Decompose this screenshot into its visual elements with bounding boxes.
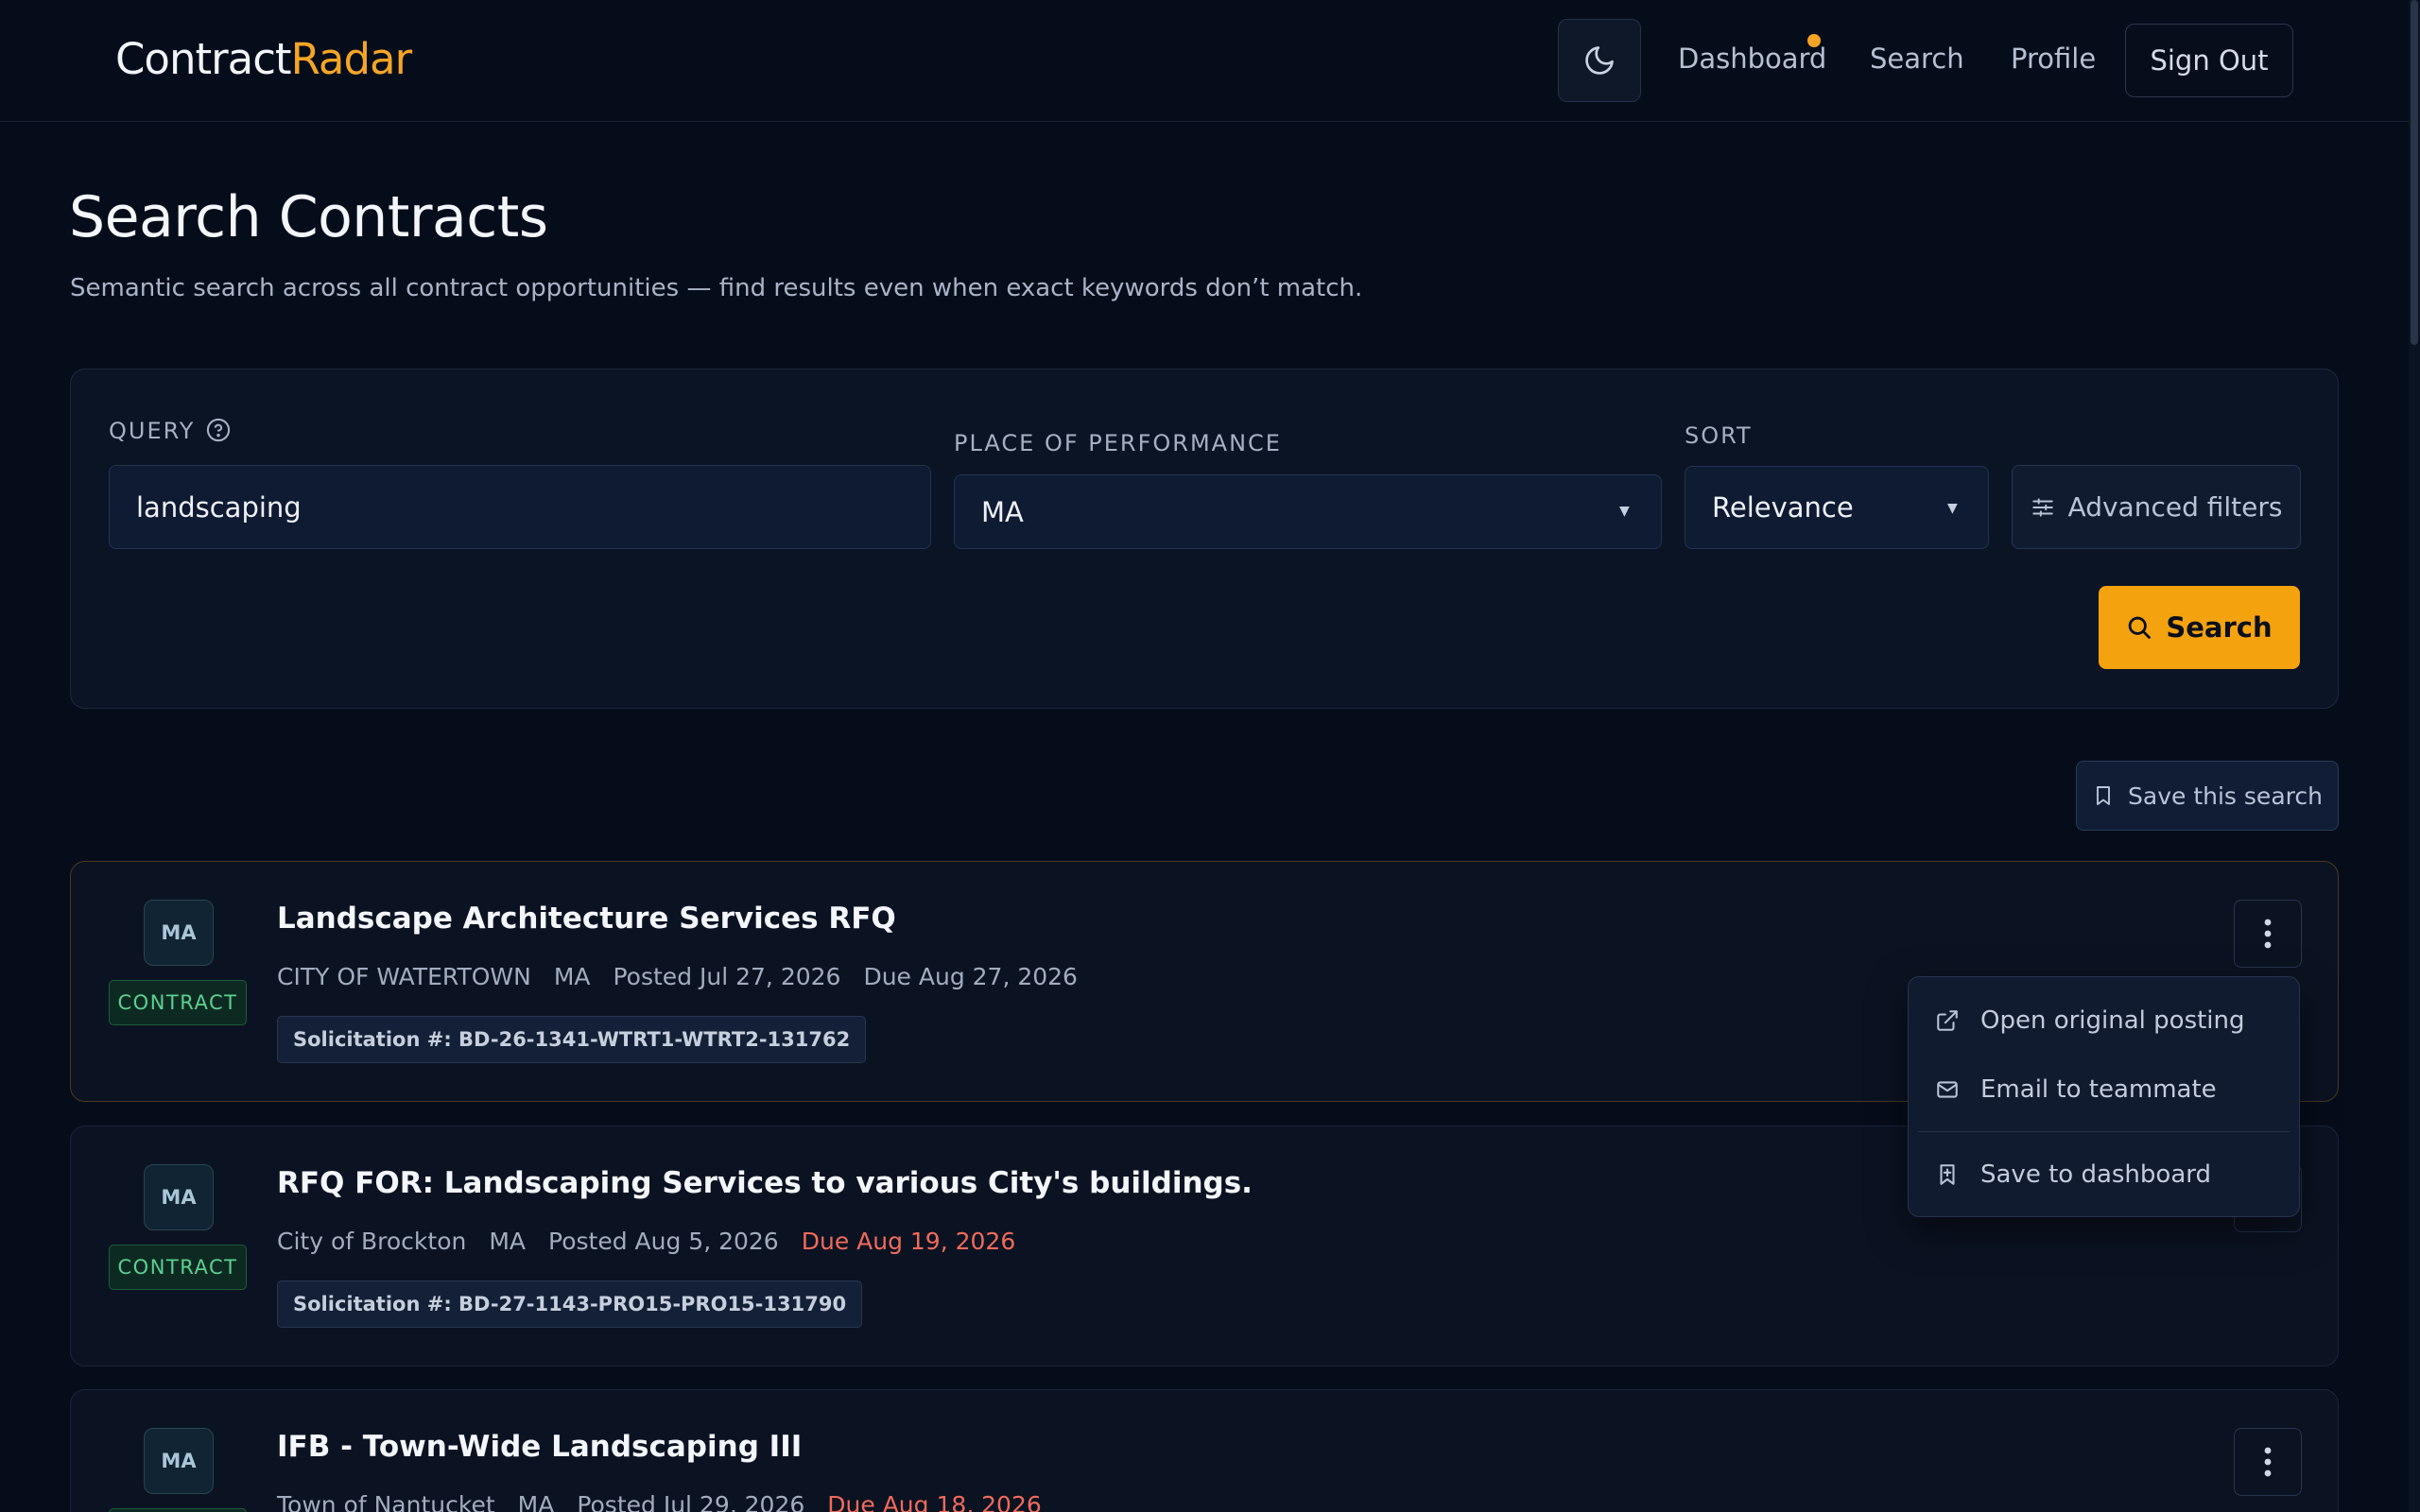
- agency: Town of Nantucket: [277, 1491, 495, 1512]
- caret-down-icon: ▼: [1947, 501, 1958, 516]
- location: MA: [517, 1491, 555, 1512]
- menu-item-label: Open original posting: [1980, 1006, 2245, 1035]
- type-badge: CONTRACT: [109, 980, 247, 1025]
- page-scrollbar[interactable]: [2409, 0, 2420, 1512]
- page-title: Search Contracts: [69, 184, 548, 250]
- result-meta: City of Brockton MA Posted Aug 5, 2026 D…: [277, 1228, 1015, 1255]
- location: MA: [553, 963, 591, 990]
- result-title[interactable]: IFB - Town-Wide Landscaping III: [277, 1430, 802, 1464]
- result-meta: CITY OF WATERTOWN MA Posted Jul 27, 2026…: [277, 963, 1078, 990]
- state-badge: MA: [144, 1164, 214, 1230]
- query-input[interactable]: landscaping: [109, 465, 931, 549]
- place-label: PLACE OF PERFORMANCE: [954, 430, 1282, 456]
- page-subtitle: Semantic search across all contract oppo…: [70, 274, 1363, 302]
- search-button[interactable]: Search: [2099, 586, 2300, 669]
- menu-item-label: Save to dashboard: [1980, 1160, 2211, 1189]
- due-date: Due Aug 19, 2026: [801, 1228, 1016, 1255]
- menu-divider: [1918, 1131, 2290, 1132]
- due-date: Due Aug 18, 2026: [827, 1491, 1042, 1512]
- more-options-button[interactable]: [2234, 900, 2302, 968]
- moon-icon: [1582, 43, 1616, 77]
- mail-icon: [1935, 1077, 1960, 1102]
- sort-label: SORT: [1685, 422, 1753, 449]
- logo-accent-text: Radar: [290, 34, 412, 84]
- location: MA: [489, 1228, 527, 1255]
- bookmark-plus-icon: [1935, 1162, 1960, 1187]
- place-select[interactable]: MA: [954, 474, 1662, 549]
- search-icon: [2126, 614, 2152, 641]
- type-badge: CONTRACT: [109, 1245, 247, 1290]
- agency: CITY OF WATERTOWN: [277, 963, 531, 990]
- nav-profile[interactable]: Profile: [2011, 43, 2096, 75]
- scrollbar-thumb[interactable]: [2411, 0, 2418, 345]
- posted-date: Posted Jul 27, 2026: [613, 963, 841, 990]
- app-logo[interactable]: ContractRadar: [115, 34, 412, 84]
- theme-toggle-button[interactable]: [1558, 19, 1641, 102]
- external-link-icon: [1935, 1008, 1960, 1033]
- state-badge: MA: [144, 1428, 214, 1494]
- menu-item-label: Email to teammate: [1980, 1075, 2217, 1104]
- save-search-label: Save this search: [2128, 782, 2323, 810]
- menu-item-email-teammate[interactable]: Email to teammate: [1909, 1059, 2299, 1120]
- menu-item-save-dashboard[interactable]: Save to dashboard: [1909, 1144, 2299, 1205]
- solicitation-tag: Solicitation #: BD-26-1341-WTRT1-WTRT2-1…: [277, 1016, 867, 1063]
- state-badge: MA: [144, 900, 214, 966]
- nav-dashboard[interactable]: Dashboard: [1678, 43, 1826, 75]
- place-value: MA: [981, 495, 1024, 528]
- result-title[interactable]: RFQ FOR: Landscaping Services to various…: [277, 1166, 1253, 1200]
- notification-dot: [1807, 34, 1821, 47]
- menu-item-open-original[interactable]: Open original posting: [1909, 990, 2299, 1051]
- advanced-filters-button[interactable]: Advanced filters: [2012, 465, 2301, 549]
- search-button-label: Search: [2166, 611, 2273, 644]
- sort-select[interactable]: Relevance: [1685, 466, 1989, 549]
- posted-date: Posted Aug 5, 2026: [548, 1228, 779, 1255]
- advanced-filters-label: Advanced filters: [2067, 491, 2283, 523]
- help-circle-icon[interactable]: [205, 417, 232, 443]
- result-meta: Town of Nantucket MA Posted Jul 29, 2026…: [277, 1491, 1042, 1512]
- caret-down-icon: ▼: [1619, 504, 1630, 519]
- posted-date: Posted Jul 29, 2026: [577, 1491, 805, 1512]
- bookmark-icon: [2092, 783, 2115, 808]
- sign-out-button[interactable]: Sign Out: [2125, 24, 2293, 97]
- result-title[interactable]: Landscape Architecture Services RFQ: [277, 902, 896, 936]
- query-label: QUERY: [109, 418, 196, 444]
- result-options-menu: Open original posting Email to teammate …: [1908, 976, 2300, 1217]
- more-options-button[interactable]: [2234, 1428, 2302, 1496]
- agency: City of Brockton: [277, 1228, 467, 1255]
- nav-search[interactable]: Search: [1870, 43, 1964, 75]
- kebab-menu-icon: [2263, 1446, 2273, 1478]
- top-nav-bar: ContractRadar Dashboard Search Profile S…: [0, 0, 2409, 122]
- sliders-icon: [2031, 495, 2055, 520]
- save-search-button[interactable]: Save this search: [2076, 761, 2339, 831]
- result-card[interactable]: MA CONTRACT IFB - Town-Wide Landscaping …: [70, 1389, 2339, 1512]
- solicitation-tag: Solicitation #: BD-27-1143-PRO15-PRO15-1…: [277, 1280, 863, 1328]
- due-date: Due Aug 27, 2026: [863, 963, 1078, 990]
- sort-value: Relevance: [1712, 491, 1854, 524]
- logo-main-text: Contract: [115, 34, 292, 84]
- kebab-menu-icon: [2263, 918, 2273, 950]
- type-badge: CONTRACT: [109, 1508, 247, 1512]
